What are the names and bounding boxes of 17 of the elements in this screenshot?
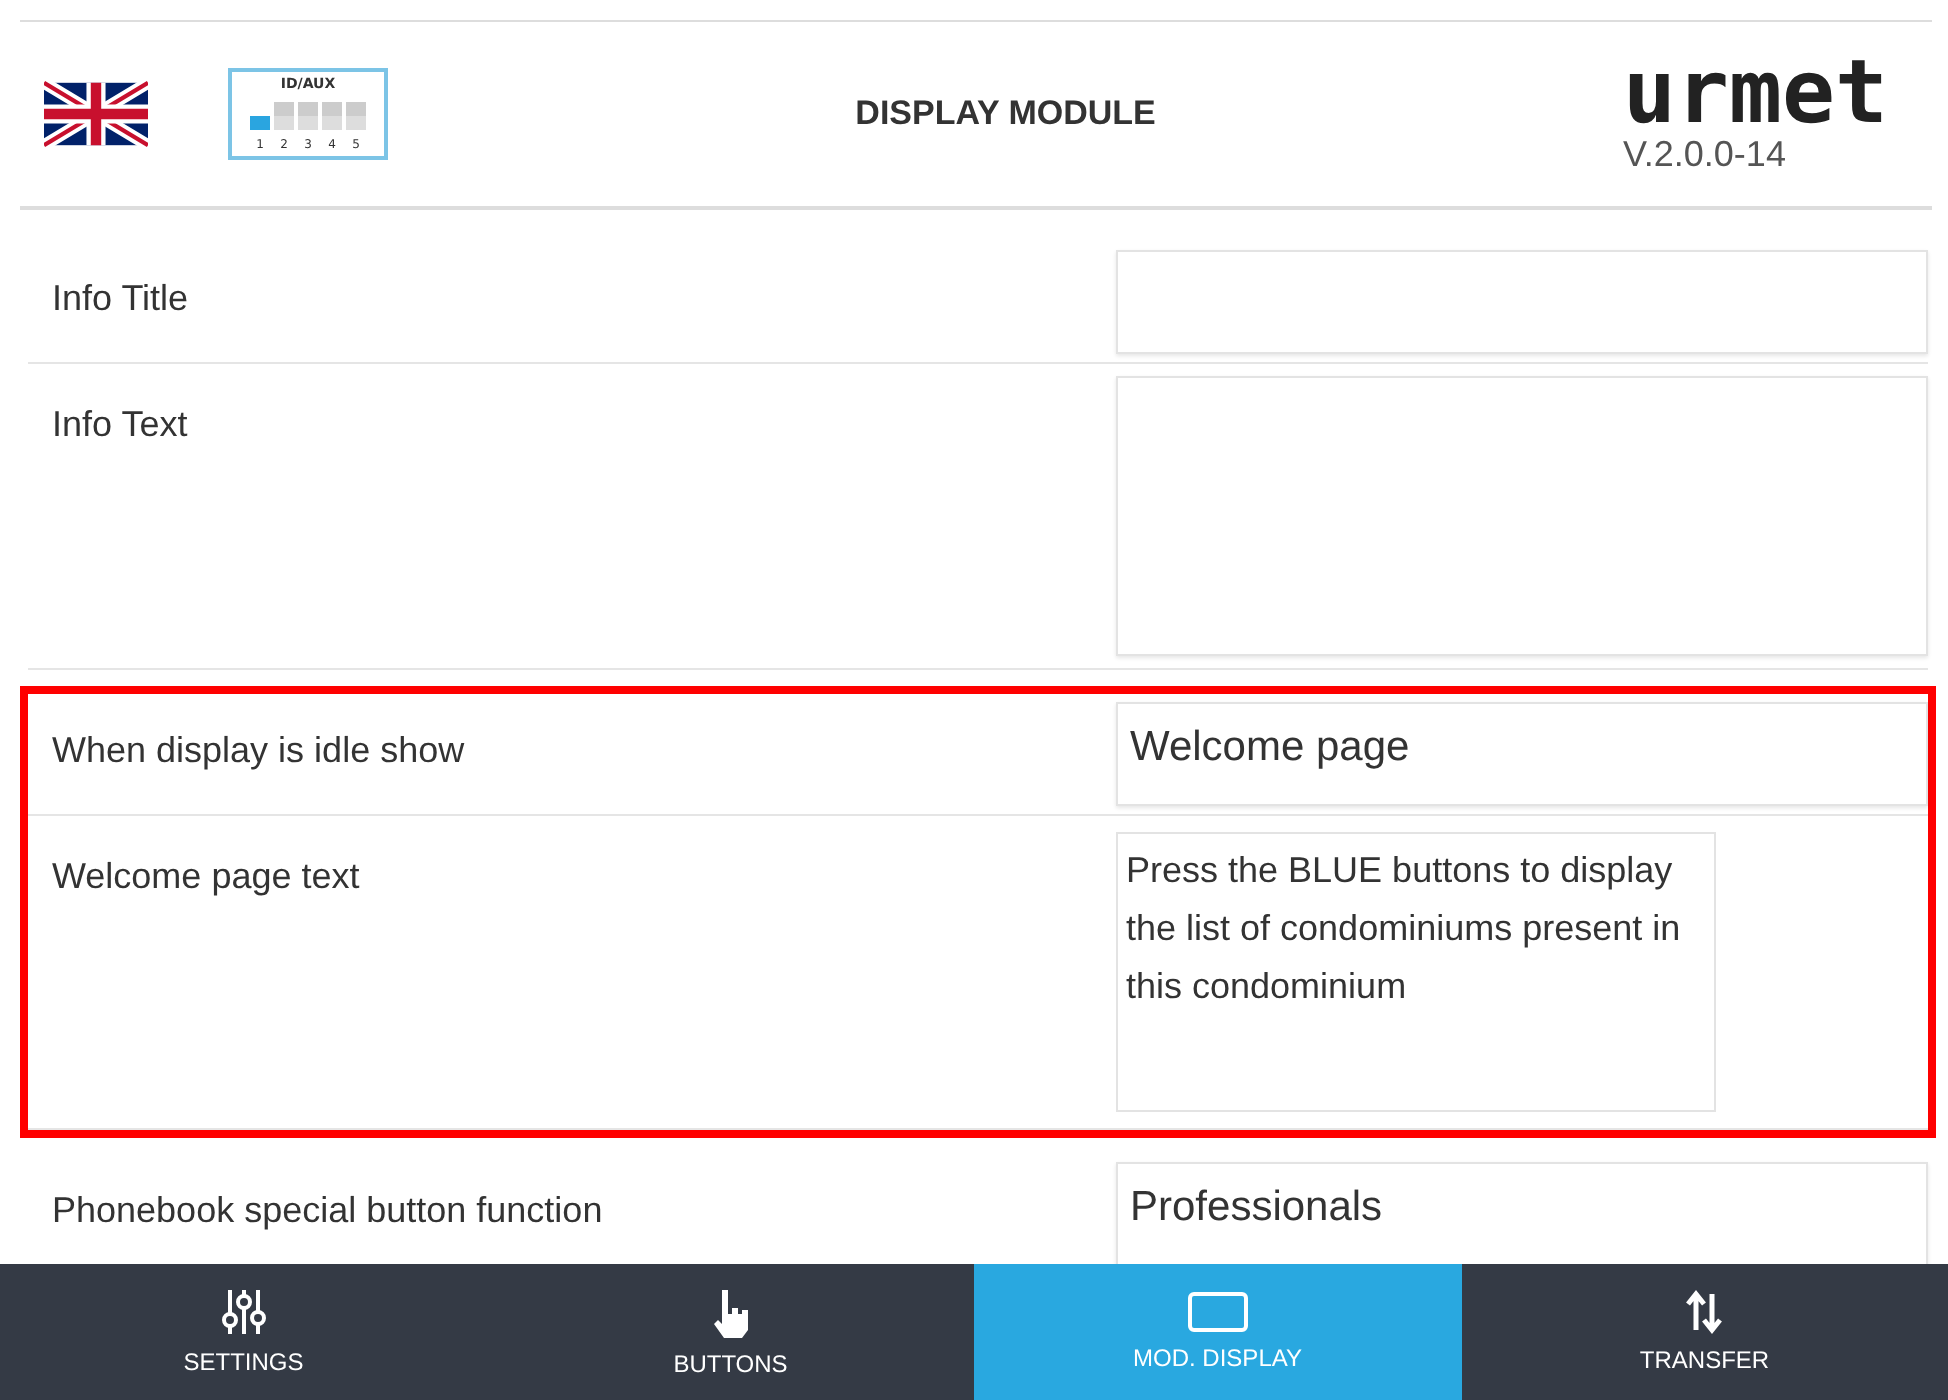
pointing-hand-icon <box>710 1286 751 1338</box>
input-field[interactable] <box>1116 250 1928 354</box>
sliders-icon <box>221 1288 266 1336</box>
logo: urmet <box>1623 53 1888 133</box>
text-area[interactable] <box>1116 376 1928 656</box>
field-label: Info Text <box>50 402 190 448</box>
up-down-arrows-icon <box>1686 1290 1723 1334</box>
field-label: When display is idle show <box>50 728 467 774</box>
select-field[interactable]: Welcome page <box>1116 702 1928 806</box>
field-label: Phonebook special button function <box>50 1188 605 1234</box>
field-label: Info Title <box>50 276 191 322</box>
version-text: V.2.0.0-14 <box>1623 133 1786 175</box>
screen-icon <box>1187 1292 1248 1332</box>
flag-icon[interactable] <box>44 78 148 150</box>
page-title: DISPLAY MODULE <box>853 94 1158 134</box>
text-area[interactable]: Press the BLUE buttons to display the list of condominiums present in this condominium <box>1116 832 1716 1112</box>
field-label: Welcome page text <box>50 854 362 900</box>
